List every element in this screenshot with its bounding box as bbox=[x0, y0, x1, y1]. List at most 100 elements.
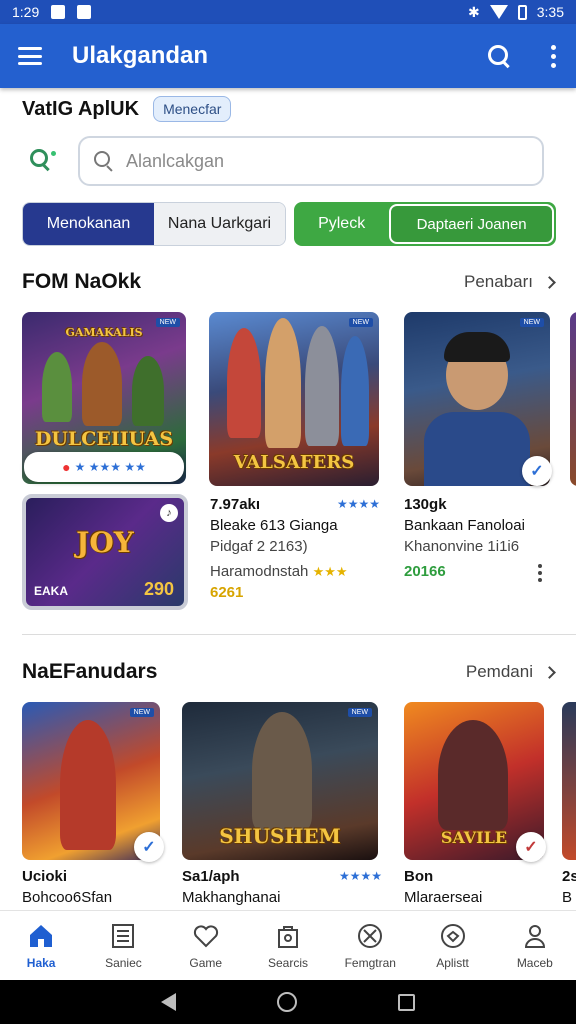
notification-icon bbox=[51, 5, 66, 19]
section-title: NaEFanudars bbox=[22, 660, 158, 683]
back-icon[interactable] bbox=[160, 993, 176, 1011]
chevron-right-icon bbox=[543, 665, 556, 679]
badge: NEW bbox=[519, 318, 544, 327]
filter-tab-1[interactable]: Menokanan bbox=[23, 203, 154, 245]
search-icon[interactable] bbox=[486, 43, 512, 69]
notification-icon bbox=[77, 5, 92, 19]
section-divider bbox=[22, 634, 576, 635]
search-row bbox=[28, 136, 544, 186]
game-meta: 2s B bbox=[562, 866, 576, 908]
game-price: 7.97akı bbox=[210, 496, 261, 513]
green-segmented-control: Pyleck Daptaeri Joanen bbox=[294, 202, 556, 246]
game-subtitle: Bohcoo6Sfan bbox=[22, 889, 113, 906]
game-card[interactable]: NEW VALSAFERS bbox=[209, 312, 379, 486]
stars-icon: ★★★★ bbox=[336, 497, 380, 511]
filter-tab-4[interactable]: Daptaeri Joanen bbox=[389, 204, 554, 244]
character-figure bbox=[438, 720, 508, 830]
game-name: Sa1/aph bbox=[182, 868, 240, 885]
game-meta: Bon Mlaraerseai bbox=[404, 866, 482, 908]
verified-icon: ✓ bbox=[516, 832, 546, 862]
chevron-right-icon bbox=[543, 275, 556, 289]
header-row: VatIG AplUK Menecfar bbox=[22, 96, 232, 122]
section-header: NaEFanudars Pemdani bbox=[22, 660, 556, 684]
art-top-title: GAMAKALIS bbox=[65, 326, 143, 339]
status-time-right: 3:35 bbox=[536, 4, 564, 20]
character-figure bbox=[252, 712, 312, 830]
nav-item-game[interactable]: Game bbox=[165, 911, 247, 980]
game-meta: 130gk Bankaan Fanoloai Khanonvine 1i1i6 … bbox=[404, 494, 554, 582]
game-card-partial[interactable] bbox=[570, 312, 576, 486]
game-price: 130gk bbox=[404, 496, 447, 513]
wifi-icon bbox=[489, 5, 508, 19]
section-header: FOM NaOkk Penabarı bbox=[22, 270, 556, 294]
nav-label: Searcis bbox=[267, 955, 308, 970]
search-box[interactable] bbox=[78, 136, 544, 186]
section-title: FOM NaOkk bbox=[22, 270, 142, 293]
nav-item-femgtran[interactable]: Femgtran bbox=[329, 911, 411, 980]
game-name: Ucioki bbox=[22, 868, 68, 885]
filter-tab-2[interactable]: Nana Uarkgari bbox=[154, 203, 285, 245]
heart-icon: ● bbox=[62, 459, 71, 475]
game-card-partial[interactable] bbox=[562, 702, 576, 860]
recent-apps-icon[interactable] bbox=[398, 993, 416, 1011]
stars-icon: ★★★ bbox=[312, 564, 348, 579]
see-more-label: Penabarı bbox=[464, 272, 533, 291]
search-input[interactable] bbox=[126, 150, 506, 172]
game-subtitle: Mlaraerseai bbox=[404, 889, 483, 906]
character-figure bbox=[305, 326, 339, 446]
card-price: 290 bbox=[143, 579, 174, 599]
game-meta: 7.97akı ★★★★ Bleake 613 Gianga Pidgaf 2 … bbox=[210, 494, 380, 603]
bottom-navigation: Haka Saniec Game Searcis Femgtran Aplist… bbox=[0, 910, 576, 980]
music-icon: ♪ bbox=[160, 504, 178, 522]
character-figure bbox=[132, 356, 164, 426]
more-options-icon[interactable] bbox=[538, 564, 542, 582]
system-navigation-bar bbox=[0, 980, 576, 1024]
game-subtitle: Khanonvine 1i1i6 bbox=[404, 538, 520, 555]
header-chip[interactable]: Menecfar bbox=[153, 96, 232, 122]
art-title: DULCEIIUAS bbox=[34, 428, 174, 450]
home-circle-icon[interactable] bbox=[276, 992, 297, 1012]
battery-icon bbox=[517, 4, 527, 20]
status-bar: 1:29 ✱ 3:35 bbox=[0, 0, 576, 24]
see-more-link[interactable]: Penabarı bbox=[464, 272, 556, 292]
game-card-mini[interactable]: ♪ JOY EAKA 290 bbox=[22, 494, 188, 610]
character-figure bbox=[82, 342, 122, 426]
stars-icon: ★★★★ bbox=[338, 869, 382, 883]
app-bar: Ulakgandan bbox=[0, 24, 576, 88]
game-card[interactable]: NEW SHUSHEM bbox=[182, 702, 378, 860]
game-meta: Ucioki Bohcoo6Sfan bbox=[22, 866, 112, 908]
main-content: VatIG AplUK Menecfar Menokanan Nana Uark… bbox=[0, 88, 576, 910]
shield-icon bbox=[439, 922, 467, 950]
character-figure bbox=[341, 336, 369, 446]
more-options-icon[interactable] bbox=[548, 44, 558, 68]
list-icon bbox=[109, 922, 137, 950]
segmented-control: Menokanan Nana Uarkgari bbox=[22, 202, 286, 246]
game-subtitle: Pidgaf 2 2163) bbox=[210, 538, 308, 555]
filter-tab-3[interactable]: Pyleck bbox=[294, 215, 389, 233]
app-title: Ulakgandan bbox=[72, 42, 209, 69]
game-subtitle: Makhanghanai bbox=[182, 889, 281, 906]
character-figure bbox=[265, 318, 301, 448]
status-time-left: 1:29 bbox=[12, 4, 40, 20]
search-icon[interactable] bbox=[28, 147, 56, 175]
bag-icon bbox=[274, 922, 302, 950]
game-rating: 6261 bbox=[210, 584, 244, 601]
menu-icon[interactable] bbox=[18, 47, 42, 65]
game-developer: Haramodnstah bbox=[210, 563, 309, 580]
nav-item-home[interactable]: Haka bbox=[0, 911, 82, 980]
game-name: Bankaan Fanoloai bbox=[404, 517, 525, 534]
see-more-link[interactable]: Pemdani bbox=[466, 662, 556, 682]
stars-icon: ★ ★★★ ★★ bbox=[74, 460, 146, 474]
filter-row: Menokanan Nana Uarkgari Pyleck Daptaeri … bbox=[22, 202, 556, 248]
nav-item-list[interactable]: Saniec bbox=[82, 911, 164, 980]
nav-label: Game bbox=[189, 955, 223, 970]
nav-item-profile[interactable]: Maceb bbox=[494, 911, 576, 980]
bluetooth-icon: ✱ bbox=[468, 3, 480, 20]
game-name: Bleake 613 Gianga bbox=[210, 517, 338, 534]
game-name: 2s bbox=[562, 868, 576, 885]
nav-item-search[interactable]: Searcis bbox=[247, 911, 329, 980]
game-name: Bon bbox=[404, 868, 434, 885]
nav-label: Aplistt bbox=[436, 955, 469, 970]
sword-icon bbox=[356, 922, 384, 950]
nav-item-aplistt[interactable]: Aplistt bbox=[411, 911, 493, 980]
